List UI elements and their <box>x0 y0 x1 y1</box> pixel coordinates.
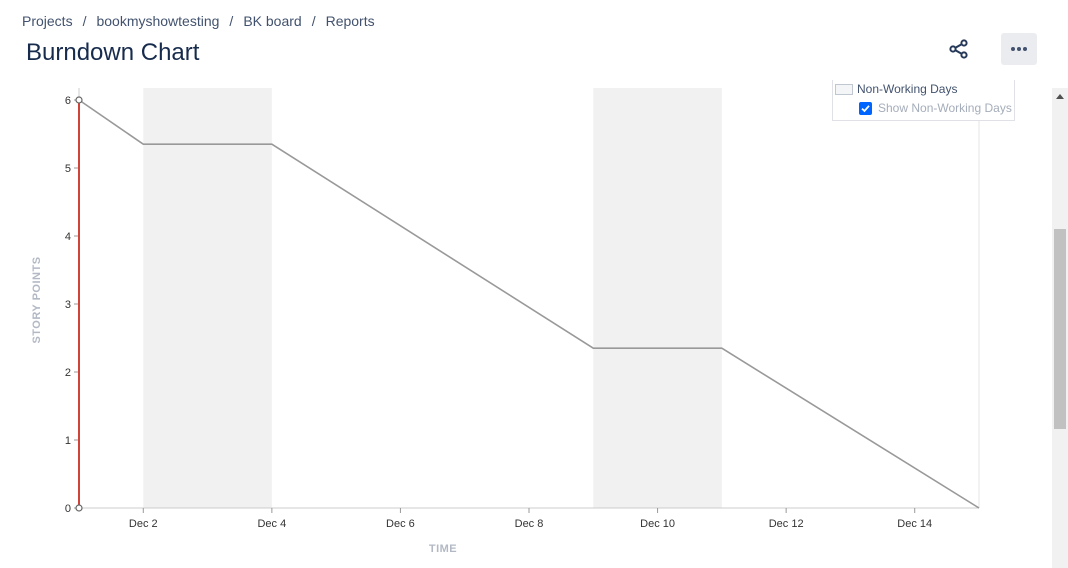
non-working-days-swatch <box>835 83 853 95</box>
y-tick-layer: 0 1 2 3 4 5 6 <box>65 95 79 515</box>
checkmark-icon <box>861 104 870 112</box>
non-working-day-band <box>593 88 722 508</box>
remaining-point-marker[interactable] <box>75 504 83 512</box>
x-tick-label: Dec 2 <box>129 518 158 530</box>
y-tick-label: 0 <box>65 503 71 515</box>
x-tick-layer: Dec 2 Dec 4 Dec 6 Dec 8 Dec 10 Dec 12 Dec 14 <box>129 508 932 530</box>
non-working-days-layer <box>143 88 722 508</box>
x-tick-label: Dec 10 <box>640 518 675 530</box>
legend-non-working-days: Non-Working Days <box>835 82 957 96</box>
x-tick-label: Dec 12 <box>769 518 804 530</box>
x-tick-label: Dec 6 <box>386 518 415 530</box>
x-tick-label: Dec 14 <box>897 518 932 530</box>
remaining-point-marker[interactable] <box>75 96 83 104</box>
scroll-thumb[interactable] <box>1054 229 1066 429</box>
show-non-working-days-toggle[interactable]: Show Non-Working Days <box>859 101 1012 115</box>
chart-legend: Non-Working Days Show Non-Working Days <box>832 80 1015 121</box>
show-non-working-days-label: Show Non-Working Days <box>878 101 1012 115</box>
y-axis-label: STORY POINTS <box>31 256 43 343</box>
y-tick-label: 6 <box>65 95 71 107</box>
y-tick-label: 3 <box>65 299 71 311</box>
burndown-report-page: Projects / bookmyshowtesting / BK board … <box>0 0 1068 568</box>
show-non-working-days-checkbox[interactable] <box>859 101 872 115</box>
y-tick-label: 1 <box>65 435 71 447</box>
x-axis-label: TIME <box>429 543 457 555</box>
non-working-day-band <box>143 88 272 508</box>
non-working-days-label: Non-Working Days <box>857 82 958 96</box>
x-tick-label: Dec 4 <box>257 518 286 530</box>
vertical-scrollbar[interactable] <box>1052 88 1068 568</box>
y-tick-label: 5 <box>65 163 71 175</box>
y-tick-label: 2 <box>65 367 71 379</box>
scroll-up-arrow-icon[interactable] <box>1056 94 1064 99</box>
x-tick-label: Dec 8 <box>515 518 544 530</box>
y-tick-label: 4 <box>65 231 71 243</box>
